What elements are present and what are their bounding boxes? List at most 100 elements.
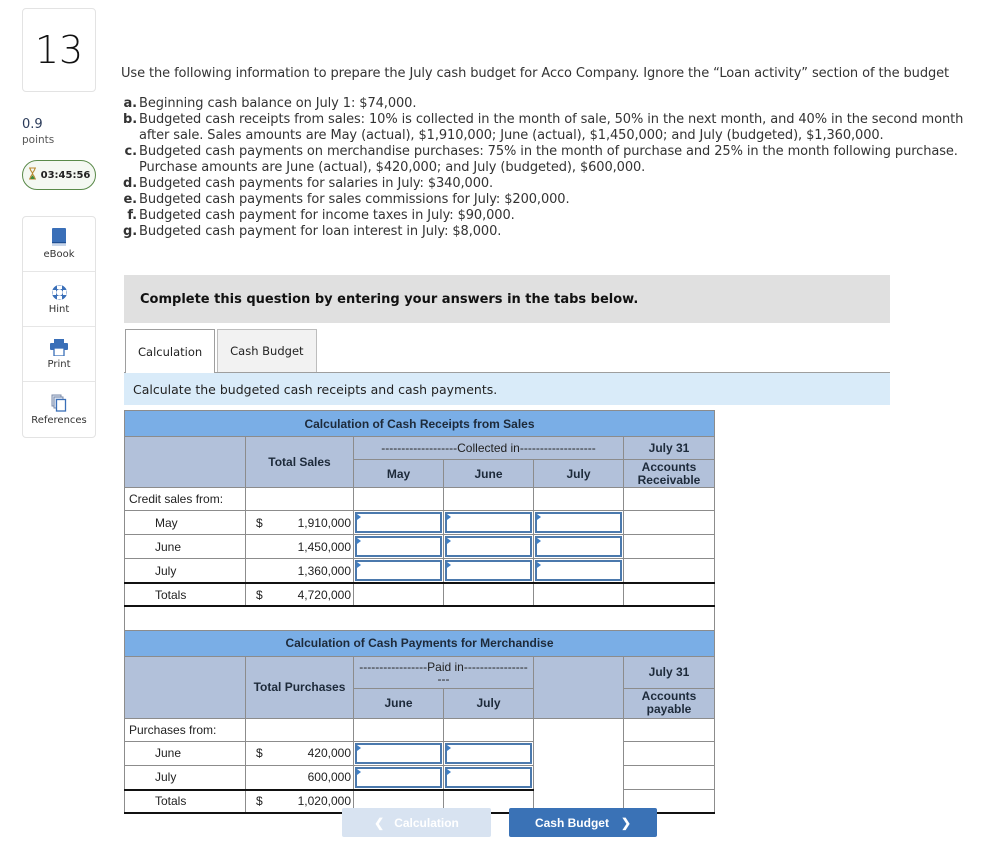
june-ar-cell xyxy=(623,534,715,559)
hint-button[interactable]: Hint xyxy=(23,272,95,327)
june-ap-cell xyxy=(623,740,715,766)
row-label: July xyxy=(124,558,246,584)
total-june-cell xyxy=(443,582,534,607)
info-item-text: Beginning cash balance on July 1: $74,00… xyxy=(139,96,417,111)
info-item: b. Budgeted cash receipts from sales: 10%… xyxy=(123,112,973,144)
june-paid-july-input[interactable] xyxy=(445,742,532,764)
print-button[interactable]: Print xyxy=(23,327,95,382)
july-collected-may-input[interactable] xyxy=(355,560,442,581)
payments-row-july: July 600,000 xyxy=(124,764,715,790)
info-list: a. Beginning cash balance on July 1: $74,… xyxy=(123,96,973,240)
timer: 03:45:56 xyxy=(22,160,96,190)
worksheet-table: Calculation of Cash Receipts from Sales … xyxy=(124,410,715,814)
may-collected-june-input[interactable] xyxy=(445,512,532,533)
info-item: f. Budgeted cash payment for income taxes… xyxy=(123,208,973,224)
tab-cash-budget[interactable]: Cash Budget xyxy=(217,329,317,372)
lifebuoy-icon xyxy=(51,284,68,301)
info-item-letter: f. xyxy=(127,208,137,223)
section-spacer xyxy=(124,605,715,631)
tab-calculation[interactable]: Calculation xyxy=(125,329,216,373)
row-label: July xyxy=(124,764,246,790)
receipts-col-may: May xyxy=(353,459,444,488)
receipts-title: Calculation of Cash Receipts from Sales xyxy=(124,410,715,437)
info-item-letter: c. xyxy=(124,144,138,159)
ar-header: Accounts Receivable xyxy=(623,459,715,488)
july-collected-june-input[interactable] xyxy=(445,560,532,581)
complete-prompt: Complete this question by entering your … xyxy=(124,275,890,323)
prev-tab-label: Calculation xyxy=(394,815,459,830)
july-ap-cell xyxy=(623,764,715,790)
empty-cell xyxy=(623,487,715,511)
receipts-row-may: May $1,910,000 xyxy=(124,510,715,535)
total-ar-cell xyxy=(623,582,715,607)
info-item: c. Budgeted cash payments on merchandise … xyxy=(123,144,973,176)
paid-in-text-cont: --- xyxy=(437,672,450,686)
info-item-letter: b. xyxy=(123,112,138,127)
dollar-sign: $ xyxy=(256,794,263,808)
july-paid-june-input[interactable] xyxy=(355,766,442,788)
info-item-letter: e. xyxy=(123,192,137,207)
references-button[interactable]: References xyxy=(23,382,95,437)
total-july-cell xyxy=(533,582,624,607)
info-item-text: Budgeted cash payment for income taxes i… xyxy=(139,208,515,223)
payments-row-june: June $420,000 xyxy=(124,740,715,766)
ap-date-header: July 31 xyxy=(623,655,715,689)
total-sales-value: 1,360,000 xyxy=(297,563,351,578)
empty-tall-cell xyxy=(533,717,624,814)
totals-label: Totals xyxy=(124,582,246,607)
payments-title: Calculation of Cash Payments for Merchan… xyxy=(124,629,715,657)
info-item-letter: g. xyxy=(123,224,138,239)
info-item: e. Budgeted cash payments for sales commi… xyxy=(123,192,973,208)
printer-icon xyxy=(50,338,68,356)
june-collected-july-input[interactable] xyxy=(535,536,622,557)
row-label: May xyxy=(124,510,246,535)
references-icon xyxy=(51,394,67,412)
receipts-corner-header xyxy=(124,436,246,488)
dollar-sign: $ xyxy=(256,587,263,602)
dollar-sign: $ xyxy=(256,746,263,760)
tab-bar: Calculation Cash Budget xyxy=(125,329,317,373)
july-collected-july-input[interactable] xyxy=(535,560,622,581)
july-paid-july-input[interactable] xyxy=(445,766,532,788)
may-collected-may-input[interactable] xyxy=(355,512,442,533)
june-collected-june-input[interactable] xyxy=(445,536,532,557)
prev-tab-button[interactable]: ❮ Calculation xyxy=(342,808,491,837)
next-tab-button[interactable]: Cash Budget ❯ xyxy=(509,808,657,837)
chevron-left-icon: ❮ xyxy=(374,815,385,830)
totals-label: Totals xyxy=(124,788,246,814)
ar-date-header: July 31 xyxy=(623,436,715,460)
total-sales-value: 1,910,000 xyxy=(297,515,351,530)
june-paid-june-input[interactable] xyxy=(355,742,442,764)
row-label: June xyxy=(124,534,246,559)
ap-header: Accounts payable xyxy=(623,687,715,719)
receipts-col-july: July xyxy=(533,459,624,488)
empty-cell xyxy=(353,717,444,742)
info-item-text: Budgeted cash payments for sales commiss… xyxy=(139,192,570,207)
empty-cell xyxy=(353,487,444,511)
receipts-total-header: Total Sales xyxy=(245,436,354,488)
may-collected-july-input[interactable] xyxy=(535,512,622,533)
book-icon xyxy=(51,228,67,246)
total-purchases-value: 420,000 xyxy=(307,746,351,760)
may-ar-cell xyxy=(623,510,715,535)
collected-in-header: -------------------Collected in---------… xyxy=(353,436,624,460)
total-sales-sum: 4,720,000 xyxy=(297,587,351,602)
info-item-letter: d. xyxy=(123,176,138,191)
info-item-text: Budgeted cash payments on merchandise pu… xyxy=(139,144,958,175)
question-number: 13 xyxy=(22,8,96,92)
empty-cell xyxy=(443,487,534,511)
receipts-col-june: June xyxy=(443,459,534,488)
ebook-label: eBook xyxy=(43,249,75,260)
june-collected-may-input[interactable] xyxy=(355,536,442,557)
references-label: References xyxy=(31,414,87,426)
next-tab-label: Cash Budget xyxy=(534,815,609,830)
ebook-button[interactable]: eBook xyxy=(23,217,95,272)
info-item: d. Budgeted cash payments for salaries in… xyxy=(123,176,973,192)
tab-instruction: Calculate the budgeted cash receipts and… xyxy=(124,373,890,405)
points-label: points xyxy=(22,134,55,146)
receipts-row-july: July 1,360,000 xyxy=(124,558,715,584)
question-intro: Use the following information to prepare… xyxy=(121,66,950,81)
print-label: Print xyxy=(47,358,71,370)
payments-col-july: July xyxy=(443,687,534,719)
receipts-totals-row: Totals $4,720,000 xyxy=(124,582,715,607)
